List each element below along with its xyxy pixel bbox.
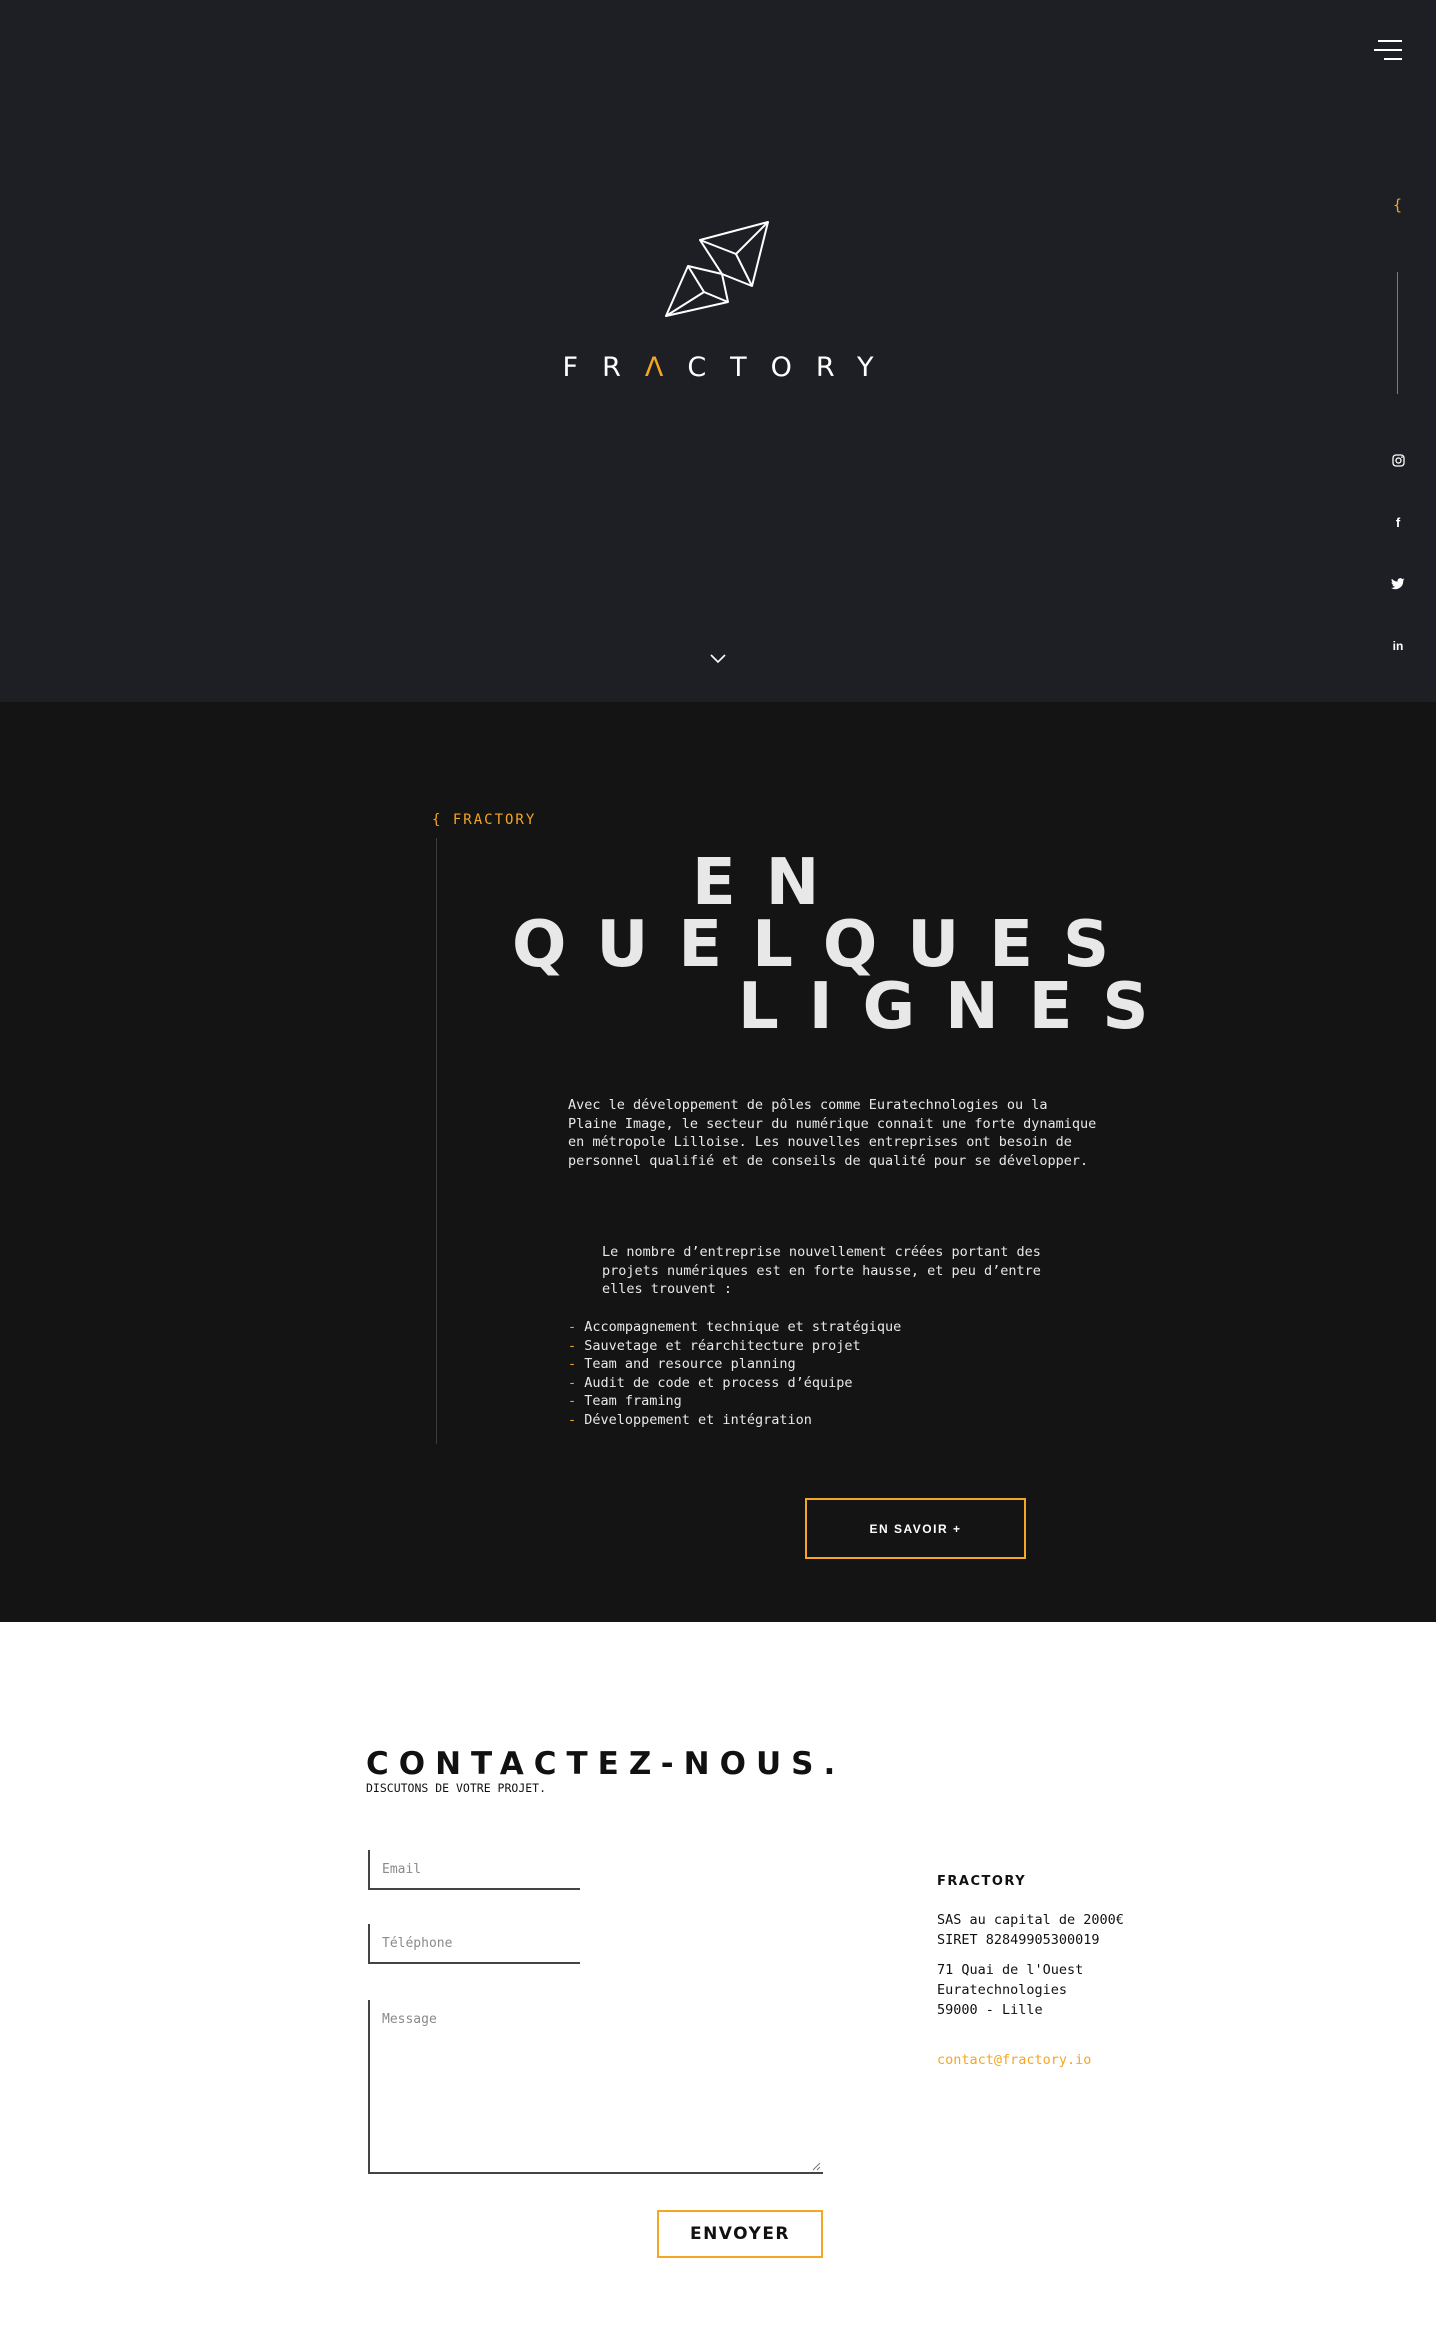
section-vertical-rule — [436, 838, 437, 1444]
send-button[interactable]: ENVOYER — [657, 2210, 823, 2258]
list-item: Accompagnement technique et stratégique — [568, 1318, 901, 1337]
twitter-icon[interactable] — [1388, 574, 1408, 594]
instagram-icon[interactable] — [1388, 450, 1408, 470]
fractory-logo-icon — [665, 221, 769, 317]
list-item: Team framing — [568, 1392, 901, 1411]
company-address: 71 Quai de l'Ouest Euratechnologies 5900… — [937, 1960, 1177, 2020]
legal-line: SIRET 82849905300019 — [937, 1932, 1100, 1948]
hero-section: { f in FRΛCTORY — [0, 0, 1436, 702]
address-line: 71 Quai de l'Ouest — [937, 1962, 1084, 1978]
fractory-wordmark: FRΛCTORY — [0, 352, 1436, 383]
side-brace-accent: { — [1393, 196, 1403, 214]
facebook-icon[interactable]: f — [1388, 512, 1408, 532]
services-list: Accompagnement technique et stratégique … — [568, 1318, 901, 1430]
about-section: { FRACTORY EN QUELQUES LIGNES Avec le dé… — [0, 702, 1436, 1622]
hamburger-menu-icon[interactable] — [1372, 38, 1402, 64]
wordmark-part: CTORY — [687, 352, 898, 383]
email-field[interactable] — [368, 1850, 580, 1890]
list-item: Développement et intégration — [568, 1411, 901, 1430]
about-title-line: LIGNES — [738, 970, 1179, 1044]
contact-title: CONTACTEZ-NOUS. — [366, 1746, 846, 1782]
list-item: Team and resource planning — [568, 1355, 901, 1374]
phone-field[interactable] — [368, 1924, 580, 1964]
resize-handle-icon[interactable] — [811, 2161, 821, 2171]
address-line: Euratechnologies — [937, 1982, 1068, 1998]
about-paragraph: Avec le développement de pôles comme Eur… — [568, 1097, 1097, 1169]
contact-subtitle: DISCUTONS DE VOTRE PROJET. — [366, 1781, 547, 1795]
list-item: Audit de code et process d’équipe — [568, 1374, 901, 1393]
chevron-down-icon[interactable] — [706, 651, 730, 667]
section-kicker: { FRACTORY — [432, 812, 537, 828]
about-paragraph: Le nombre d’entreprise nouvellement créé… — [602, 1244, 1041, 1298]
company-name: FRACTORY — [937, 1874, 1027, 1889]
contact-section: CONTACTEZ-NOUS. DISCUTONS DE VOTRE PROJE… — [0, 1622, 1436, 2348]
company-info: FRACTORY SAS au capital de 2000€ SIRET 8… — [937, 1872, 1177, 2070]
company-email-link[interactable]: contact@fractory.io — [937, 2050, 1177, 2070]
message-field[interactable] — [368, 2000, 823, 2174]
about-title-line: EN — [692, 846, 850, 920]
linkedin-icon[interactable]: in — [1388, 636, 1408, 656]
wordmark-part: FR — [562, 352, 645, 383]
address-line: 59000 - Lille — [937, 2002, 1043, 2018]
legal-line: SAS au capital de 2000€ — [937, 1912, 1124, 1928]
learn-more-button[interactable]: EN SAVOIR + — [805, 1498, 1026, 1559]
about-title-line: QUELQUES — [512, 908, 1140, 982]
wordmark-accent-letter: Λ — [644, 352, 688, 383]
company-legal: SAS au capital de 2000€ SIRET 8284990530… — [937, 1910, 1177, 1950]
list-item: Sauvetage et réarchitecture projet — [568, 1337, 901, 1356]
